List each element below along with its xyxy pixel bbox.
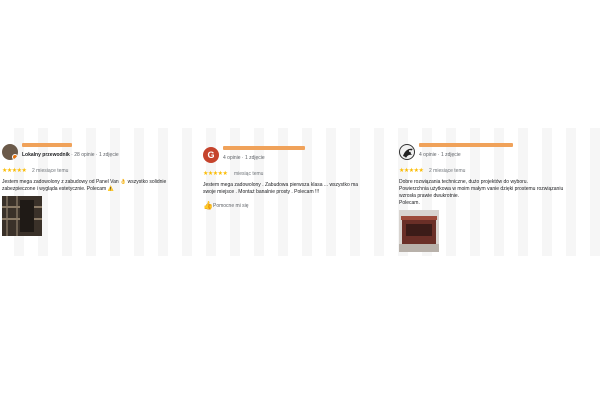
review-text-line: Jestem mega zadowolony z zabudowy od Pan…	[2, 179, 167, 185]
van-door	[20, 200, 34, 232]
reviewer-meta: 4 opinie · 1 zdjęcie	[223, 155, 265, 161]
review-header: 4 opinie · 1 zdjęcie	[399, 142, 599, 164]
review-photo[interactable]	[399, 210, 439, 252]
thumbs-up-icon: 👍	[203, 201, 213, 210]
review-text: Dobre rozwiązania techniczne, dużo proje…	[399, 179, 599, 207]
review-counts: 4 opinie · 1 zdjęcie	[223, 155, 265, 161]
review-header: Lokalny przewodnik · 28 opinie · 1 zdjęc…	[2, 142, 200, 164]
reviewer-name-redaction[interactable]	[223, 146, 305, 150]
shelf-post	[6, 196, 8, 236]
rating-row: ★★★★★ 2 miesiące temu	[2, 167, 200, 175]
star-rating-icon: ★★★★★	[2, 168, 27, 174]
reviewer-name-redaction[interactable]	[22, 143, 72, 147]
review-date: 2 miesiące temu	[32, 168, 69, 174]
local-guide-label: Lokalny przewodnik	[22, 152, 70, 158]
reviewer-avatar[interactable]: G	[203, 147, 219, 163]
helpful-label: Pomocne mi się	[213, 203, 249, 209]
reviewer-avatar[interactable]	[399, 144, 415, 160]
local-guide-badge-icon	[12, 154, 18, 160]
review-counts: 4 opinie · 1 zdjęcie	[419, 152, 461, 158]
review-date: 2 miesiące temu	[429, 168, 466, 174]
review-text-line: Powierzchnia użytkowa w moim małym vanie…	[399, 186, 564, 192]
floor	[399, 244, 439, 252]
helpful-button[interactable]: 👍 Pomocne mi się	[203, 201, 399, 210]
review-card: 4 opinie · 1 zdjęcie ★★★★★ 2 miesiące te…	[399, 142, 599, 252]
review-photo[interactable]	[2, 196, 42, 236]
review-card: Lokalny przewodnik · 28 opinie · 1 zdjęc…	[2, 142, 200, 236]
reviewer-meta: Lokalny przewodnik · 28 opinie · 1 zdjęc…	[22, 152, 119, 158]
shelf-post	[16, 196, 18, 236]
review-text-line: swoje miejsce . Montaż banalnie prosty .…	[203, 189, 320, 195]
box-interior	[406, 224, 432, 236]
star-rating-icon: ★★★★★	[203, 171, 228, 177]
reviewer-meta: 4 opinie · 1 zdjęcie	[419, 152, 461, 158]
reviewer-name-redaction[interactable]	[419, 143, 513, 147]
review-text-line: wzrosła prawie dwukrotnie.	[399, 193, 460, 199]
review-date: miesiąc temu	[234, 171, 264, 177]
rating-row: ★★★★★ 2 miesiące temu	[399, 167, 599, 175]
review-counts: · 28 opinie · 1 zdjęcie	[69, 152, 119, 158]
review-text: Jestem mega zadowolony z zabudowy od Pan…	[2, 179, 200, 193]
review-text-line: Polecam.	[399, 200, 420, 206]
rating-row: ★★★★★ miesiąc temu	[203, 170, 399, 178]
review-text-line: zabezpieczone i wygląda estetycznie. Pol…	[2, 186, 114, 192]
dragon-emblem-icon	[403, 148, 413, 158]
star-rating-icon: ★★★★★	[399, 168, 424, 174]
review-text: Jestem mega zadowolony . Zabudowa pierws…	[203, 182, 399, 196]
reviewer-avatar[interactable]	[2, 144, 18, 160]
review-card: G 4 opinie · 1 zdjęcie ★★★★★ miesiąc tem…	[203, 145, 399, 210]
review-text-line: Dobre rozwiązania techniczne, dużo proje…	[399, 179, 528, 185]
review-header: G 4 opinie · 1 zdjęcie	[203, 145, 399, 167]
review-text-line: Jestem mega zadowolony . Zabudowa pierws…	[203, 182, 359, 188]
